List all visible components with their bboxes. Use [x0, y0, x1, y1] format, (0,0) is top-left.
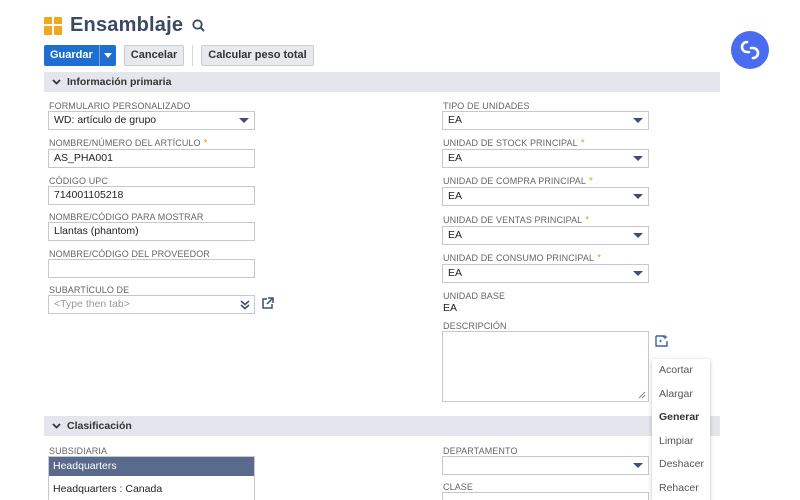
- dropdown-arrow-icon: [633, 194, 643, 199]
- dropdown-arrow-icon: [633, 271, 643, 276]
- upc-code-label: CÓDIGO UPC: [49, 176, 109, 186]
- link-logo-icon: [740, 40, 760, 60]
- resize-handle-icon[interactable]: [637, 390, 646, 399]
- section-classification-header[interactable]: Clasificación: [44, 416, 720, 436]
- subitem-of-placeholder: <Type then tab>: [54, 298, 130, 310]
- dropdown-arrow-icon: [239, 118, 249, 123]
- subitem-of-label: SUBARTÍCULO DE: [49, 285, 130, 295]
- section-primary-title: Información primaria: [67, 76, 172, 88]
- search-icon[interactable]: [191, 18, 207, 34]
- cancel-button[interactable]: Cancelar: [123, 45, 185, 66]
- dropdown-arrow-icon: [633, 463, 643, 468]
- units-type-select[interactable]: EA: [442, 111, 649, 130]
- section-primary-header[interactable]: Información primaria: [44, 72, 720, 92]
- stock-unit-label: UNIDAD DE STOCK PRINCIPAL *: [443, 138, 585, 149]
- dropdown-arrow-icon: [633, 156, 643, 161]
- upc-code-input[interactable]: 714001105218: [48, 186, 255, 205]
- menu-item-generate[interactable]: Generar: [652, 406, 710, 430]
- purchase-unit-label: UNIDAD DE COMPRA PRINCIPAL *: [443, 176, 593, 187]
- dropdown-arrow-icon: [633, 233, 643, 238]
- assembly-record-icon: [44, 16, 62, 35]
- purchase-unit-value: EA: [448, 190, 463, 202]
- display-name-input[interactable]: Llantas (phantom): [48, 222, 255, 241]
- item-name-label: NOMBRE/NÚMERO DEL ARTÍCULO *: [49, 138, 208, 149]
- vendor-name-label: NOMBRE/CÓDIGO DEL PROVEEDOR: [49, 249, 210, 259]
- custom-form-label: FORMULARIO PERSONALIZADO: [49, 101, 191, 111]
- subsidiary-listbox[interactable]: Headquarters Headquarters : Canada: [48, 456, 255, 500]
- required-marker: *: [203, 138, 208, 149]
- base-unit-value: EA: [443, 302, 458, 314]
- base-unit-label: UNIDAD BASE: [443, 291, 506, 301]
- consumption-unit-label: UNIDAD DE CONSUMO PRINCIPAL *: [443, 253, 602, 264]
- stock-unit-value: EA: [448, 152, 463, 164]
- required-marker: *: [585, 215, 590, 226]
- subsidiary-label: SUBSIDIARIA: [49, 446, 108, 456]
- save-dropdown-button[interactable]: [98, 45, 116, 66]
- description-textarea[interactable]: [442, 331, 649, 402]
- dropdown-arrow-icon: [633, 118, 643, 123]
- sales-unit-value: EA: [448, 229, 463, 241]
- save-button-group[interactable]: Guardar: [44, 45, 116, 66]
- ai-assist-icon[interactable]: [654, 333, 670, 348]
- item-name-input[interactable]: AS_PHA001: [48, 149, 255, 168]
- consumption-unit-select[interactable]: EA: [442, 264, 649, 283]
- display-name-label: NOMBRE/CÓDIGO PARA MOSTRAR: [49, 212, 204, 222]
- chevron-down-icon: [103, 53, 112, 58]
- purchase-unit-select[interactable]: EA: [442, 187, 649, 206]
- open-external-icon[interactable]: [261, 297, 274, 310]
- list-item[interactable]: Headquarters : Canada: [49, 480, 254, 499]
- toolbar-divider: [192, 45, 194, 66]
- required-marker: *: [580, 138, 585, 149]
- custom-form-value: WD: artículo de grupo: [54, 114, 157, 126]
- units-type-label: TIPO DE UNIDADES: [443, 101, 530, 111]
- sales-unit-select[interactable]: EA: [442, 226, 649, 245]
- required-marker: *: [597, 253, 602, 264]
- menu-item-lengthen[interactable]: Alargar: [652, 383, 710, 407]
- menu-item-clear[interactable]: Limpiar: [652, 430, 710, 454]
- units-type-value: EA: [448, 114, 463, 126]
- class-select[interactable]: [442, 492, 649, 500]
- required-marker: *: [588, 176, 593, 187]
- department-select[interactable]: [442, 456, 649, 475]
- menu-item-undo[interactable]: Deshacer: [652, 453, 710, 477]
- sales-unit-label: UNIDAD DE VENTAS PRINCIPAL *: [443, 215, 590, 226]
- consumption-unit-value: EA: [448, 267, 463, 279]
- page: Ensamblaje Guardar Cancelar Calcular pes…: [0, 0, 800, 500]
- menu-item-shorten[interactable]: Acortar: [652, 359, 710, 383]
- subitem-of-input[interactable]: <Type then tab>: [48, 295, 255, 314]
- title-row: Ensamblaje: [44, 14, 207, 37]
- toolbar: Guardar Cancelar Calcular peso total: [44, 45, 314, 66]
- vendor-name-input[interactable]: [48, 259, 255, 278]
- section-classification-title: Clasificación: [67, 420, 132, 432]
- menu-item-redo[interactable]: Rehacer: [652, 477, 710, 500]
- chevron-down-icon: [52, 79, 61, 85]
- custom-form-select[interactable]: WD: artículo de grupo: [48, 111, 255, 130]
- list-item[interactable]: Headquarters: [49, 457, 254, 476]
- ai-text-menu: Acortar Alargar Generar Limpiar Deshacer…: [652, 359, 710, 500]
- department-label: DEPARTAMENTO: [443, 446, 518, 456]
- page-title: Ensamblaje: [70, 14, 184, 36]
- class-label: CLASE: [443, 482, 474, 492]
- stock-unit-select[interactable]: EA: [442, 149, 649, 168]
- double-chevron-down-icon[interactable]: [240, 300, 250, 310]
- chevron-down-icon: [52, 423, 61, 429]
- save-button[interactable]: Guardar: [44, 45, 99, 66]
- description-label: DESCRIPCIÓN: [443, 321, 507, 331]
- app-logo: [731, 31, 769, 69]
- calculate-weight-button[interactable]: Calcular peso total: [201, 45, 314, 66]
